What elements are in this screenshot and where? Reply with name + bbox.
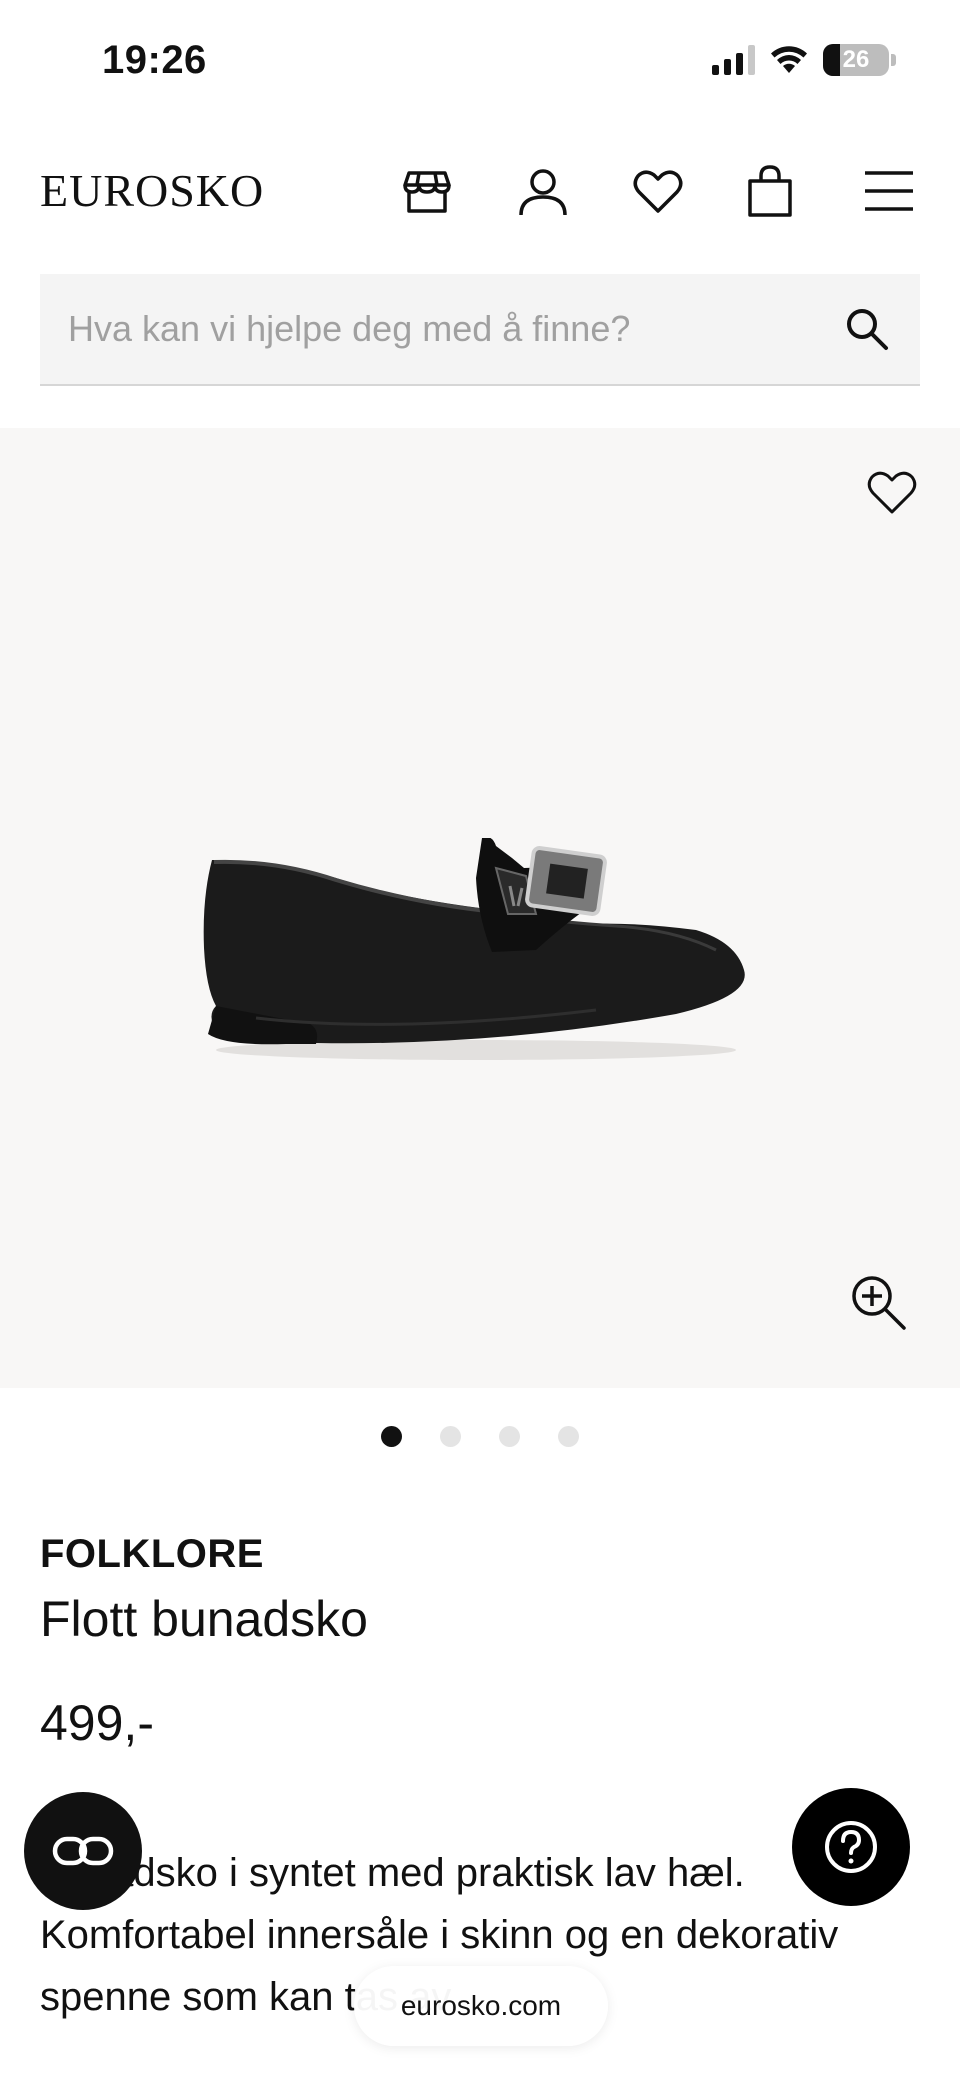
status-icons: 26 [712,44,896,76]
carousel-dot[interactable] [440,1426,461,1447]
status-bar: 19:26 26 [0,0,960,120]
eurosko-logo[interactable]: EUROSKO [40,164,264,217]
menu-icon[interactable] [860,162,918,220]
browser-url-bar[interactable]: eurosko.com [354,1966,608,2046]
heart-icon[interactable] [629,162,687,220]
search-icon[interactable] [842,304,892,354]
carousel-dot[interactable] [558,1426,579,1447]
shopping-bag-icon[interactable] [741,162,799,220]
carousel-pagination [0,1426,960,1447]
help-icon [825,1821,877,1873]
site-header: EUROSKO [0,140,960,240]
cellular-signal-icon [712,45,755,75]
battery-level: 26 [842,46,870,73]
favorite-heart-icon[interactable] [864,464,920,520]
product-brand[interactable]: FOLKLORE [40,1532,264,1577]
store-icon[interactable] [398,162,456,220]
product-image-gallery[interactable] [0,428,960,1388]
carousel-dot[interactable] [381,1426,402,1447]
wifi-icon [771,46,807,73]
carousel-dot[interactable] [499,1426,520,1447]
help-button[interactable] [792,1788,910,1906]
search-bar [40,274,920,386]
battery-icon: 26 [823,44,889,76]
search-input[interactable] [68,274,828,384]
compare-button[interactable] [24,1792,142,1910]
zoom-icon[interactable] [848,1272,908,1332]
product-price: 499,- [40,1695,154,1751]
user-icon[interactable] [514,162,572,220]
product-name: Flott bunadsko [40,1591,368,1647]
status-time: 19:26 [102,38,207,82]
link-icon [52,1836,114,1866]
product-image [203,838,745,1060]
